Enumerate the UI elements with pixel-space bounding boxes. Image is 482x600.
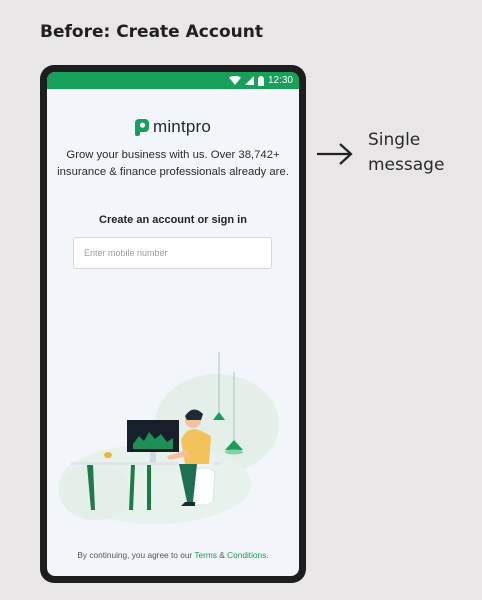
footer-suffix: . [266, 550, 269, 560]
status-time: 12:30 [267, 75, 293, 86]
brand-name: mintpro [152, 117, 212, 136]
tagline-line-1: Grow your business with us. Over 38,742+ [66, 149, 280, 161]
phone-mockup: 12:30 mintpro Grow your business with us… [40, 65, 306, 583]
wifi-icon [228, 76, 241, 85]
tagline-line-2: insurance & finance professionals alread… [57, 166, 289, 178]
right-arrow-icon [317, 143, 353, 165]
battery-icon [257, 75, 264, 86]
terms-link[interactable]: Terms [194, 550, 217, 560]
terms-footer: By continuing, you agree to our Terms & … [47, 550, 299, 560]
page-heading: Before: Create Account [40, 22, 263, 42]
footer-prefix: By continuing, you agree to our [77, 550, 195, 560]
mobile-number-input[interactable] [73, 237, 272, 269]
signin-prompt: Create an account or sign in [99, 214, 247, 226]
status-bar: 12:30 [47, 72, 299, 89]
conditions-link[interactable]: Conditions [227, 550, 266, 560]
workspace-illustration [59, 352, 279, 524]
mintpro-logo: mintpro [47, 117, 299, 137]
side-note: Single message [368, 128, 444, 178]
app-screen: 12:30 mintpro Grow your business with us… [47, 72, 299, 576]
footer-separator: & [216, 550, 228, 560]
tagline: Grow your business with us. Over 38,742+… [55, 147, 291, 181]
side-note-line-1: Single [368, 130, 421, 150]
mintpro-logo-icon [134, 118, 149, 136]
cellular-signal-icon [244, 76, 254, 85]
side-note-line-2: message [368, 155, 445, 175]
